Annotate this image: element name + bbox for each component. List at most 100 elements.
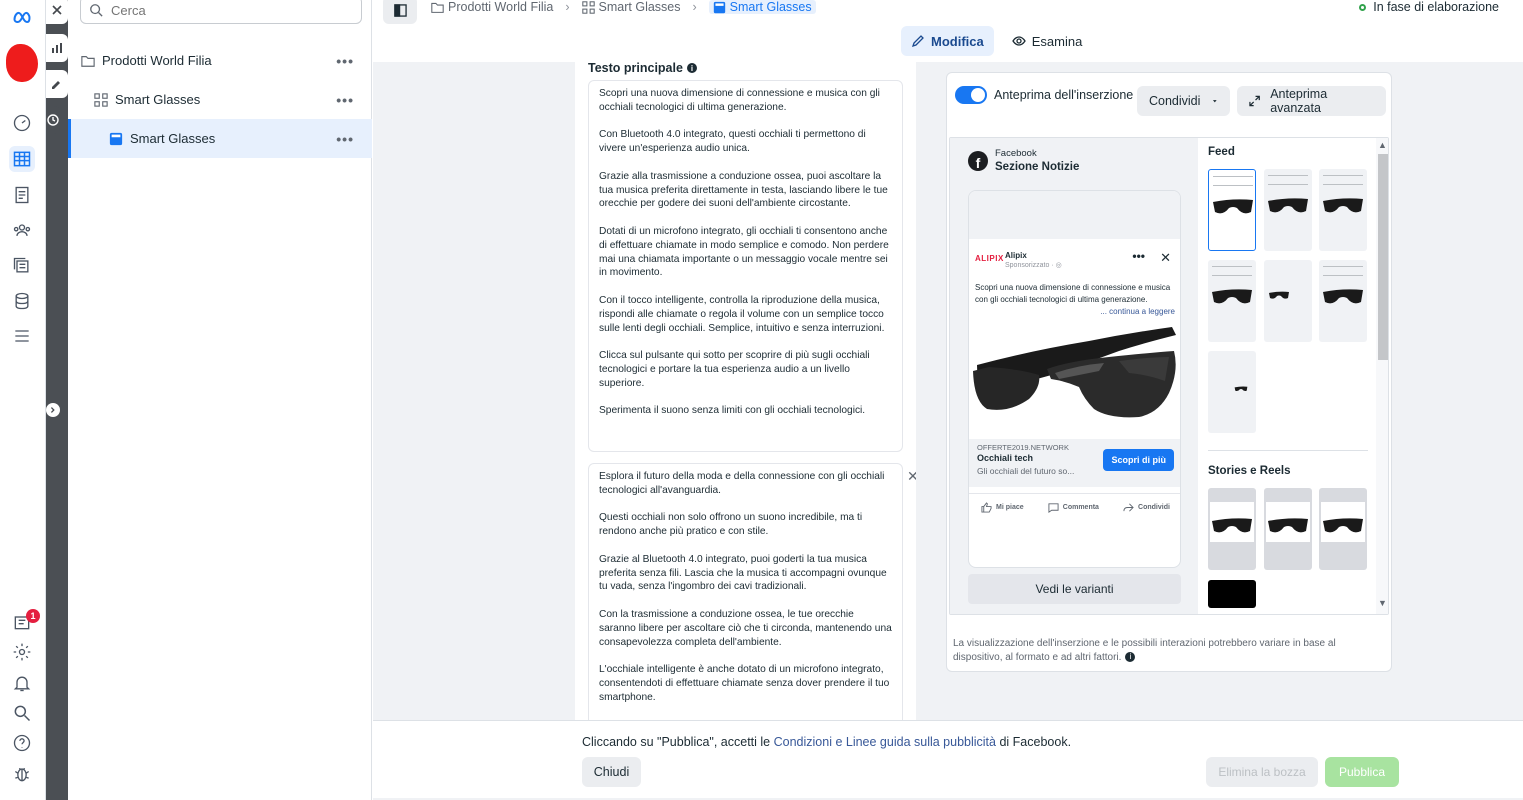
primary-text-heading: Testo principale i <box>588 62 697 75</box>
ad-header: ALIPIX Alipix Sponsorizzato · ◎ ••• ✕ <box>975 249 1175 269</box>
terms-link[interactable]: Condizioni e Linee guida sulla pubblicit… <box>774 735 996 749</box>
info-icon[interactable]: i <box>686 63 697 73</box>
placement-thumbnail[interactable] <box>1264 260 1312 342</box>
page-name: Alipix <box>1005 251 1027 260</box>
tree-item-label: Smart Glasses <box>130 131 216 146</box>
share-arrow-icon <box>1123 503 1134 512</box>
eye-icon <box>1011 36 1026 46</box>
remove-text-close-icon[interactable]: ✕ <box>907 468 916 485</box>
advanced-preview-button[interactable]: Anteprima avanzata <box>1237 86 1386 116</box>
primary-text-field-1[interactable]: Scopri una nuova dimensione di connessio… <box>588 80 903 452</box>
disclaimer-text: La visualizzazione dell'inserzione e le … <box>953 638 1336 663</box>
preview-toggle[interactable]: Anteprima dell'inserzione <box>955 86 1133 104</box>
pencil-icon <box>911 35 924 48</box>
ad-description: Gli occhiali del futuro so... <box>977 466 1075 476</box>
audiences-icon[interactable] <box>9 217 35 243</box>
placement-thumbnail[interactable] <box>1319 260 1367 342</box>
breadcrumb-campaign[interactable]: Prodotti World Filia <box>431 0 553 14</box>
tab-review[interactable]: Esamina <box>1002 26 1093 56</box>
scroll-down-icon[interactable]: ▼ <box>1378 598 1387 608</box>
tree-item-label: Smart Glasses <box>115 92 201 107</box>
bell-icon[interactable] <box>9 670 35 696</box>
preview-disclaimer: La visualizzazione dell'inserzione e le … <box>953 637 1353 665</box>
gauge-icon[interactable] <box>9 110 35 136</box>
close-icon[interactable] <box>46 0 68 24</box>
ad-square-icon <box>713 1 725 13</box>
paragraph: Grazie al Bluetooth 4.0 integrato, puoi … <box>599 553 887 593</box>
tree-item-campaign[interactable]: Prodotti World Filia ••• <box>68 41 372 80</box>
clock-icon[interactable] <box>46 106 60 134</box>
section-divider <box>1208 450 1368 451</box>
placement-scrollbar[interactable]: ▲ ▼ <box>1376 138 1388 614</box>
pages-icon[interactable] <box>9 182 35 208</box>
story-thumbnail[interactable] <box>1319 488 1367 570</box>
scroll-thumb[interactable] <box>1378 154 1388 360</box>
placement-thumbnail[interactable] <box>1208 169 1256 251</box>
close-button[interactable]: Chiudi <box>582 757 641 787</box>
breadcrumb-label: Smart Glasses <box>729 0 812 14</box>
breadcrumb-ad[interactable]: Smart Glasses <box>708 0 816 14</box>
comment-icon <box>1048 503 1059 513</box>
ads-manager-table-icon[interactable] <box>9 146 35 172</box>
scroll-up-icon[interactable]: ▲ <box>1378 140 1387 150</box>
pencil-icon[interactable] <box>46 70 68 98</box>
cta-button: Scopri di più <box>1103 449 1174 471</box>
paragraph: Con Bluetooth 4.0 integrato, questi occh… <box>599 129 866 155</box>
ad-headline: Occhiali tech <box>977 453 1034 463</box>
see-variants-button[interactable]: Vedi le varianti <box>968 574 1181 604</box>
search-box[interactable] <box>80 0 362 24</box>
preview-frame: f Facebook Sezione Notizie ALIPIX Alipix… <box>949 137 1389 615</box>
reports-icon[interactable] <box>46 34 68 62</box>
story-thumbnail[interactable] <box>1264 488 1312 570</box>
bug-icon[interactable] <box>9 761 35 787</box>
expand-chevron-icon[interactable] <box>46 403 60 417</box>
tab-label: Esamina <box>1031 33 1083 49</box>
tab-edit[interactable]: Modifica <box>901 26 994 56</box>
more-options-icon[interactable]: ••• <box>336 92 354 108</box>
more-options-icon[interactable]: ••• <box>336 131 354 147</box>
search-icon[interactable] <box>9 700 35 726</box>
avatar[interactable] <box>6 44 38 82</box>
info-icon[interactable]: i <box>1125 652 1136 663</box>
terms-text: Cliccando su "Pubblica", accetti le Cond… <box>582 735 1071 749</box>
primary-text-field-2[interactable]: Esplora il futuro della moda e della con… <box>588 463 903 720</box>
placement-thumbnail[interactable] <box>1264 169 1312 251</box>
more-options-icon[interactable]: ••• <box>336 53 354 69</box>
panel-toggle-icon[interactable] <box>383 0 417 24</box>
nav-rail: 1 <box>0 0 46 800</box>
help-icon[interactable] <box>9 730 35 756</box>
placement-thumbnail[interactable] <box>1208 351 1256 433</box>
tree-item-ad[interactable]: Smart Glasses ••• <box>68 119 372 158</box>
database-icon[interactable] <box>9 288 35 314</box>
publish-button[interactable]: Pubblica <box>1325 757 1399 787</box>
status-dot-icon <box>1359 3 1367 11</box>
preview-toggle-switch[interactable] <box>955 86 987 104</box>
placement-thumbnail[interactable] <box>1208 260 1256 342</box>
catalog-icon[interactable] <box>9 253 35 279</box>
search-input[interactable] <box>111 2 351 18</box>
breadcrumb-adset[interactable]: Smart Glasses <box>581 0 681 14</box>
share-dropdown-button[interactable]: Condividi <box>1137 86 1230 116</box>
menu-icon[interactable] <box>9 323 35 349</box>
top-bar: Prodotti World Filia › Smart Glasses › S… <box>373 0 1523 62</box>
globe-icon: ◎ <box>1055 262 1062 269</box>
status-indicator: In fase di elaborazione <box>1359 0 1499 14</box>
tree-item-adset[interactable]: Smart Glasses ••• <box>68 80 372 119</box>
close-icon: ✕ <box>1160 250 1171 265</box>
placement-thumbnail[interactable] <box>1319 169 1367 251</box>
meta-logo-icon[interactable] <box>9 4 35 30</box>
gear-icon[interactable] <box>9 639 35 665</box>
comment-action: Commenta <box>1048 502 1099 513</box>
ad-preview-panel: Anteprima dell'inserzione Condividi Ante… <box>946 72 1392 672</box>
story-thumbnail[interactable] <box>1208 488 1256 570</box>
paragraph: Con il tocco intelligente, controlla la … <box>599 294 885 334</box>
ad-image <box>969 321 1180 439</box>
ad-actions: Mi piace Commenta Condividi <box>969 493 1180 521</box>
tool-strip <box>46 0 68 800</box>
reel-thumbnail[interactable] <box>1208 580 1256 608</box>
delete-draft-button[interactable]: Elimina la bozza <box>1206 757 1318 787</box>
grid-icon <box>581 0 595 14</box>
see-more-link: ... continua a leggere <box>1100 307 1175 316</box>
ad-editor: Testo principale i Scopri una nuova dime… <box>575 62 916 720</box>
thumbs-up-icon <box>981 502 992 513</box>
